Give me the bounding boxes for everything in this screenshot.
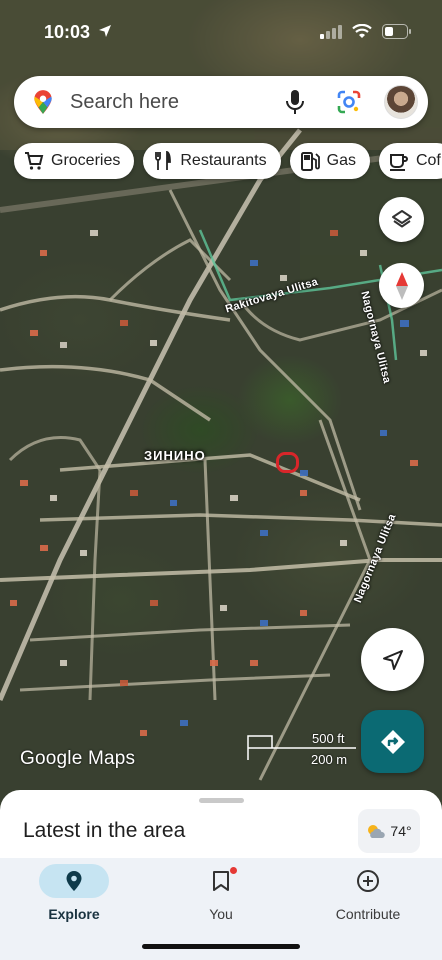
layers-button[interactable] — [379, 197, 424, 242]
location-marker[interactable] — [276, 452, 299, 473]
explore-pill[interactable] — [39, 864, 109, 898]
coffee-cup-icon — [389, 154, 408, 171]
cart-icon — [25, 152, 44, 170]
signal-icon — [320, 24, 342, 39]
layers-icon — [391, 209, 412, 227]
sheet-title: Latest in the area — [23, 819, 186, 842]
status-icons — [320, 24, 412, 39]
notification-dot — [230, 867, 237, 874]
chip-label: Gas — [326, 152, 356, 169]
contribute-pill[interactable] — [333, 864, 403, 898]
wifi-icon — [352, 24, 372, 38]
scale-meters: 200 m — [311, 752, 348, 767]
tab-you[interactable]: You — [161, 864, 281, 922]
google-maps-pin-icon — [34, 90, 52, 114]
status-time-text: 10:03 — [44, 22, 91, 42]
sheet-drag-handle[interactable] — [199, 798, 244, 803]
search-bar[interactable]: Search here — [14, 76, 428, 128]
location-pin-icon — [66, 871, 82, 891]
village-label: ЗИНИНО — [144, 448, 206, 463]
battery-icon — [382, 24, 411, 39]
bookmark-icon — [213, 871, 229, 891]
chip-label: Cof — [415, 152, 441, 169]
compass-icon — [395, 271, 408, 300]
you-pill[interactable] — [186, 864, 256, 898]
search-input[interactable]: Search here — [70, 91, 284, 114]
compass-button[interactable] — [379, 263, 424, 308]
tab-explore-label: Explore — [48, 906, 100, 922]
chip-coffee[interactable]: Cof — [378, 143, 442, 179]
tab-explore[interactable]: Explore — [14, 864, 134, 922]
tab-you-label: You — [209, 906, 233, 922]
microphone-icon[interactable] — [284, 89, 306, 115]
chip-label: Restaurants — [180, 152, 267, 169]
directions-button[interactable] — [361, 710, 424, 773]
scale-feet: 500 ft — [312, 731, 345, 746]
chip-groceries[interactable]: Groceries — [14, 143, 135, 179]
chip-label: Groceries — [51, 152, 121, 169]
my-location-button[interactable] — [361, 628, 424, 691]
location-arrow-icon — [99, 25, 112, 37]
temperature: 74° — [390, 823, 412, 839]
navigation-arrow-icon — [382, 649, 403, 670]
partly-cloudy-icon — [368, 825, 386, 838]
fork-knife-icon — [155, 151, 172, 170]
google-lens-icon[interactable] — [336, 89, 362, 115]
gas-pump-icon — [300, 152, 320, 171]
add-circle-icon — [357, 870, 379, 892]
tab-contribute-label: Contribute — [335, 906, 401, 922]
directions-icon — [380, 729, 405, 754]
google-maps-watermark: Google Maps — [20, 748, 136, 769]
chip-restaurants[interactable]: Restaurants — [143, 143, 281, 179]
tab-contribute[interactable]: Contribute — [308, 864, 428, 922]
category-chips: Groceries Restaurants Gas Cof — [14, 143, 442, 179]
chip-gas[interactable]: Gas — [289, 143, 370, 179]
status-time: 10:03 — [44, 22, 112, 43]
avatar[interactable] — [384, 85, 418, 119]
weather-badge[interactable]: 74° — [358, 809, 420, 853]
home-indicator[interactable] — [142, 944, 300, 949]
